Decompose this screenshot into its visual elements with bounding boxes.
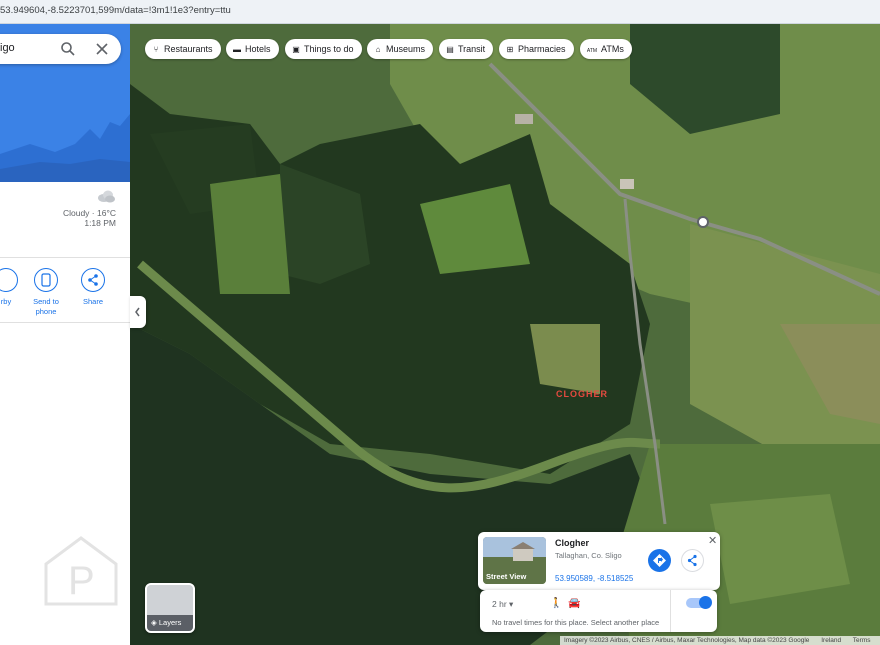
weather-time: 1:18 PM [84, 218, 116, 228]
watermark-logo: P [44, 536, 118, 606]
chip-label: Things to do [304, 44, 354, 54]
chip-label: ATMs [601, 44, 624, 54]
duration-select[interactable]: 2 hr ▾ [492, 599, 513, 610]
restaurant-icon: ⑂ [153, 45, 159, 54]
nearby-label: rby [0, 297, 12, 306]
museum-icon: ⌂ [375, 45, 381, 54]
map-pin-icon[interactable] [697, 216, 709, 228]
travel-times-panel: 2 hr ▾ 🚶 🚘 No travel times for this plac… [480, 590, 717, 632]
chip-restaurants[interactable]: ⑂ Restaurants [145, 39, 221, 59]
svg-text:P: P [68, 559, 95, 603]
region-link[interactable]: Ireland [821, 637, 841, 644]
nearby-icon [0, 268, 18, 292]
layers-button[interactable]: ◈ Layers [145, 583, 195, 633]
chip-hotels[interactable]: ▬ Hotels [226, 39, 279, 59]
place-coordinates[interactable]: 53.950589, -8.518525 [555, 574, 633, 583]
share-icon [687, 554, 697, 567]
weather-summary: Cloudy · 16°C [62, 208, 116, 218]
chip-museums[interactable]: ⌂ Museums [367, 39, 434, 59]
chip-label: Pharmacies [518, 44, 566, 54]
chip-label: Restaurants [164, 44, 213, 54]
place-panel: igo Cloudy · 16°C 1:18 PM rby Send to ph… [0, 24, 130, 645]
directions-icon [653, 554, 666, 567]
duration-value: 2 hr [492, 599, 507, 609]
directions-button[interactable] [648, 549, 671, 572]
hotel-icon: ▬ [233, 45, 241, 54]
chevron-left-icon [135, 307, 140, 317]
walk-icon[interactable]: 🚶 [550, 598, 562, 609]
chip-things-to-do[interactable]: ▣ Things to do [285, 39, 362, 59]
car-icon[interactable]: 🚘 [568, 598, 580, 609]
toggle-knob [699, 596, 712, 609]
weather-temperature: 16°C [97, 208, 116, 218]
address-url[interactable]: 53.949604,-8.5223701,599m/data=!3m1!1e3?… [0, 5, 231, 16]
camera-icon: ▣ [292, 45, 300, 54]
share-button[interactable]: Share [75, 268, 111, 307]
travel-toggle[interactable] [686, 596, 712, 609]
place-card[interactable]: Street View Clogher Tallaghan, Co. Sligo… [478, 532, 720, 590]
search-icon[interactable] [60, 41, 76, 57]
map-place-label[interactable]: CLOGHER [556, 389, 608, 399]
cloud-icon [96, 189, 116, 203]
chip-label: Transit [458, 44, 486, 54]
chip-label: Hotels [245, 44, 271, 54]
send-to-phone-button[interactable]: Send to phone [28, 268, 64, 317]
street-view-thumbnail[interactable]: Street View [483, 537, 546, 584]
card-share-button[interactable] [681, 549, 704, 572]
weather-condition: Cloudy [62, 208, 90, 218]
place-subtitle: Tallaghan, Co. Sligo [555, 551, 622, 560]
attribution-text: Imagery ©2023 Airbus, CNES / Airbus, Max… [564, 637, 810, 644]
nearby-button[interactable]: rby [0, 268, 24, 307]
search-box[interactable]: igo [0, 34, 121, 64]
map-footer: Imagery ©2023 Airbus, CNES / Airbus, Max… [560, 636, 880, 645]
pharmacy-icon: ⊞ [506, 45, 514, 54]
close-icon[interactable] [94, 41, 110, 57]
address-bar[interactable]: 53.949604,-8.5223701,599m/data=!3m1!1e3?… [0, 0, 880, 24]
share-icon [81, 268, 105, 292]
terms-link[interactable]: Terms [853, 637, 871, 644]
collapse-panel-button[interactable] [130, 296, 146, 328]
street-view-label: Street View [486, 572, 527, 581]
chip-label: Museums [386, 44, 426, 54]
close-icon[interactable]: ✕ [708, 534, 717, 547]
chip-atms[interactable]: ATM ATMs [580, 39, 632, 59]
atm-icon: ATM [586, 48, 598, 54]
layers-label: ◈ Layers [151, 618, 182, 627]
layers-label-text: Layers [158, 618, 182, 627]
transit-icon: ▤ [446, 45, 454, 54]
chip-pharmacies[interactable]: ⊞ Pharmacies [499, 39, 574, 59]
send-to-phone-icon [34, 268, 58, 292]
travel-message: No travel times for this place. Select a… [492, 618, 660, 627]
divider [670, 590, 671, 632]
divider [0, 322, 130, 323]
divider [0, 257, 130, 258]
place-title: Clogher [555, 538, 590, 548]
send-to-phone-label: Send to phone [33, 297, 59, 316]
share-label: Share [82, 297, 103, 306]
search-input[interactable]: igo [0, 42, 15, 54]
chip-transit[interactable]: ▤ Transit [439, 39, 494, 59]
